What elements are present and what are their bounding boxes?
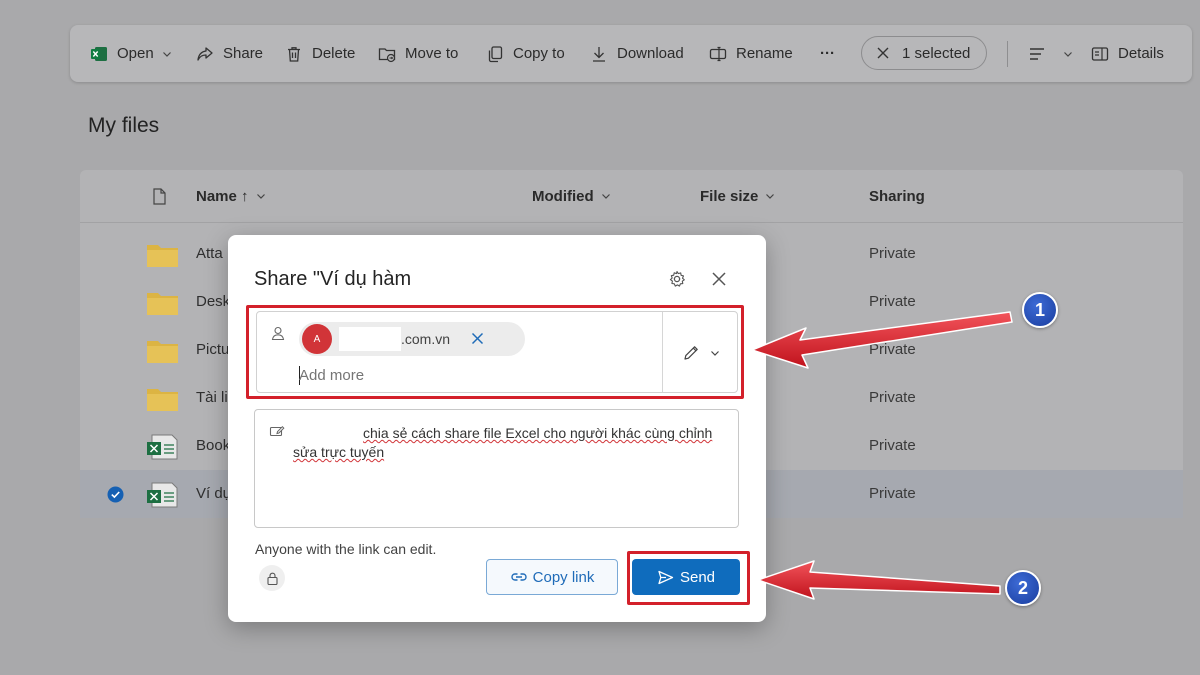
sharing-status: Private xyxy=(869,341,916,358)
trash-icon xyxy=(288,46,300,62)
chevron-down-icon xyxy=(766,194,775,199)
sharing-status: Private xyxy=(869,245,916,262)
sharing-status: Private xyxy=(869,389,916,406)
delete-button[interactable]: Delete xyxy=(285,25,355,82)
copy-to-button[interactable]: Copy to xyxy=(486,25,565,82)
file-name[interactable]: Pictu xyxy=(196,341,229,358)
highlight-recipients xyxy=(246,305,744,399)
copy-link-button[interactable]: Copy link xyxy=(486,559,618,595)
share-button[interactable]: Share xyxy=(196,25,263,82)
download-label: Download xyxy=(617,45,684,62)
view-options-button[interactable] xyxy=(1028,25,1073,82)
more-options-button[interactable]: ··· xyxy=(820,25,835,82)
name-header-label: Name ↑ xyxy=(196,187,249,205)
move-to-label: Move to xyxy=(405,45,459,62)
checkmark-circle-icon[interactable] xyxy=(107,486,124,503)
chevron-down-icon xyxy=(601,194,610,199)
rename-button[interactable]: Rename xyxy=(709,25,793,82)
link-icon xyxy=(510,573,527,581)
details-panel-icon xyxy=(1091,46,1109,61)
list-header: Name ↑ Modified File size Sharing xyxy=(80,170,1183,223)
selected-count: 1 selected xyxy=(902,44,971,62)
download-icon xyxy=(593,46,605,62)
copy-to-label: Copy to xyxy=(513,45,565,62)
close-icon[interactable] xyxy=(876,46,890,60)
excel-icon xyxy=(91,46,107,61)
size-header-label: File size xyxy=(700,187,759,205)
arrow-2 xyxy=(757,560,1001,600)
file-name[interactable]: Tài li xyxy=(196,389,228,406)
more-label: ··· xyxy=(820,45,835,62)
command-bar: Open Share Delete Move to Copy to Downlo… xyxy=(70,25,1192,82)
copy-icon xyxy=(488,45,503,62)
dialog-title: Share "Ví dụ hàm xyxy=(254,268,412,290)
delete-label: Delete xyxy=(312,45,356,62)
chevron-down-icon xyxy=(1064,51,1072,57)
folder-icon xyxy=(147,341,178,363)
list-view-icon xyxy=(1030,47,1044,60)
message-edit-icon xyxy=(269,425,285,437)
selection-pill[interactable]: 1 selected xyxy=(861,36,987,70)
folder-icon xyxy=(147,245,178,267)
step-badge-2: 2 xyxy=(1005,570,1041,606)
file-name[interactable]: Ví dụ xyxy=(196,485,231,502)
file-name[interactable]: Book xyxy=(196,437,230,454)
file-name[interactable]: Atta xyxy=(196,245,223,262)
details-label: Details xyxy=(1118,45,1164,62)
link-settings-button[interactable] xyxy=(259,565,285,591)
sharing-header-label: Sharing xyxy=(869,187,925,205)
sharing-status: Private xyxy=(869,485,916,502)
lock-icon xyxy=(266,572,278,585)
share-label: Share xyxy=(223,45,264,62)
open-button[interactable]: Open xyxy=(90,25,172,82)
folder-icon xyxy=(147,293,178,315)
close-icon[interactable] xyxy=(711,271,727,287)
excel-file-icon xyxy=(147,482,178,508)
share-icon xyxy=(197,46,213,61)
highlight-send xyxy=(627,551,750,605)
toolbar-divider xyxy=(1007,41,1008,67)
details-button[interactable]: Details xyxy=(1091,25,1164,82)
column-header-name[interactable]: Name ↑ xyxy=(196,170,266,222)
excel-file-icon xyxy=(147,434,178,460)
sharing-status: Private xyxy=(869,437,916,454)
sharing-status: Private xyxy=(869,293,916,310)
link-permission-text: Anyone with the link can edit. xyxy=(255,541,437,557)
file-type-icon xyxy=(153,188,166,205)
page-title: My files xyxy=(88,114,160,137)
step-badge-1: 1 xyxy=(1022,292,1058,328)
chevron-down-icon xyxy=(162,51,171,57)
chevron-down-icon xyxy=(256,194,265,199)
copy-link-label: Copy link xyxy=(532,568,595,586)
modified-header-label: Modified xyxy=(532,187,594,205)
message-field[interactable]: chia sẻ cách share file Excel cho người … xyxy=(254,409,739,528)
message-content: chia sẻ cách share file Excel cho người … xyxy=(293,425,713,460)
column-header-modified[interactable]: Modified xyxy=(532,170,611,222)
column-header-file-size[interactable]: File size xyxy=(700,170,775,222)
download-button[interactable]: Download xyxy=(590,25,684,82)
move-to-button[interactable]: Move to xyxy=(378,25,458,82)
gear-icon[interactable] xyxy=(668,270,686,288)
move-folder-icon xyxy=(378,47,396,62)
rename-label: Rename xyxy=(736,45,793,62)
rename-icon xyxy=(709,46,727,61)
column-header-sharing[interactable]: Sharing xyxy=(869,170,925,222)
file-name[interactable]: Desk xyxy=(196,293,230,310)
folder-icon xyxy=(147,389,178,411)
message-text: chia sẻ cách share file Excel cho người … xyxy=(293,424,713,462)
open-label: Open xyxy=(117,45,154,62)
